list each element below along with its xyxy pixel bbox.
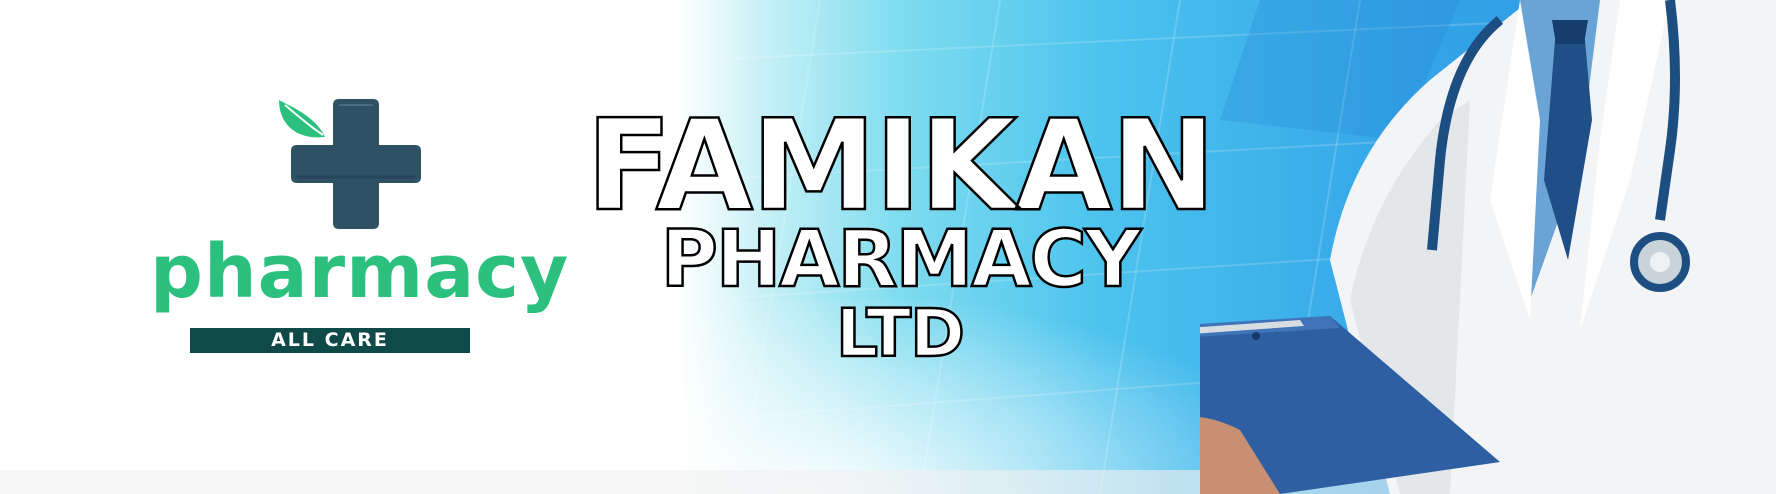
- pharmacy-logo: pharmacy ALL CARE: [150, 95, 570, 355]
- title-line-famikan: FAMIKAN: [585, 92, 1218, 239]
- pharmacy-banner: pharmacy ALL CARE FAMIKAN PHARMACY LTD: [0, 0, 1776, 494]
- pharmacy-cross-leaf-icon: [279, 99, 421, 229]
- logo-wordmark: pharmacy: [150, 229, 570, 315]
- company-title: FAMIKAN PHARMACY LTD: [585, 92, 1218, 372]
- title-line-pharmacy: PHARMACY: [659, 215, 1142, 305]
- doctor-with-clipboard-icon: [1200, 0, 1776, 494]
- title-line-ltd: LTD: [835, 295, 966, 372]
- logo-tagline: ALL CARE: [190, 328, 470, 353]
